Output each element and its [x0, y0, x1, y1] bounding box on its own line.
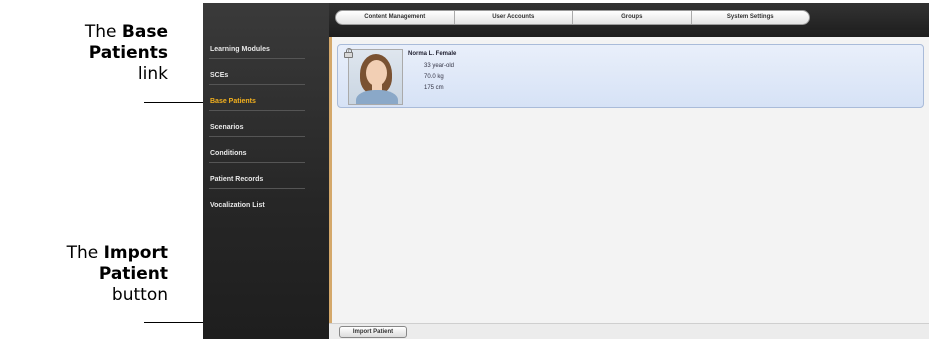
- sidebar-item-scenarios[interactable]: Scenarios: [209, 119, 319, 145]
- tab-bar: Content Management User Accounts Groups …: [335, 10, 810, 25]
- callout-text: button: [111, 285, 168, 305]
- patient-photo: [348, 49, 403, 105]
- sidebar-item-conditions[interactable]: Conditions: [209, 145, 319, 171]
- app-window: Learning Modules SCEs Base Patients Scen…: [203, 3, 929, 339]
- callout-text: The: [84, 22, 122, 42]
- tab-groups[interactable]: Groups: [573, 11, 692, 24]
- lock-icon: [344, 48, 353, 58]
- sidebar-item-base-patients[interactable]: Base Patients: [209, 93, 319, 119]
- sidebar-item-sces[interactable]: SCEs: [209, 67, 319, 93]
- patient-card[interactable]: Norma L. Female 33 year-old 70.0 kg 175 …: [337, 44, 924, 108]
- base-patients-callout: The Base Patients link: [0, 22, 168, 85]
- callout-leader-line: [144, 102, 208, 103]
- patient-name: Norma L. Female: [408, 51, 457, 57]
- tab-user-accounts[interactable]: User Accounts: [455, 11, 573, 24]
- sidebar-item-learning-modules[interactable]: Learning Modules: [209, 41, 319, 67]
- top-menu-bar: Content Management User Accounts Groups …: [329, 3, 929, 37]
- import-patient-button[interactable]: Import Patient: [339, 326, 407, 338]
- content-pane: Norma L. Female 33 year-old 70.0 kg 175 …: [329, 37, 929, 339]
- sidebar-item-patient-records[interactable]: Patient Records: [209, 171, 319, 197]
- callout-text: The: [66, 243, 104, 263]
- tab-system-settings[interactable]: System Settings: [692, 11, 810, 24]
- sidebar: Learning Modules SCEs Base Patients Scen…: [203, 3, 329, 339]
- patient-height: 175 cm: [424, 85, 444, 91]
- callout-bold-text: Import Patient: [98, 243, 168, 284]
- import-patient-callout: The Import Patient button: [0, 243, 168, 306]
- patient-weight: 70.0 kg: [424, 74, 444, 80]
- sidebar-nav: Learning Modules SCEs Base Patients Scen…: [209, 41, 319, 223]
- bottom-toolbar: Import Patient: [329, 323, 929, 339]
- patient-age: 33 year-old: [424, 63, 455, 69]
- sidebar-item-vocalization-list[interactable]: Vocalization List: [209, 197, 319, 223]
- callout-text: link: [137, 64, 168, 84]
- tab-content-management[interactable]: Content Management: [336, 11, 455, 24]
